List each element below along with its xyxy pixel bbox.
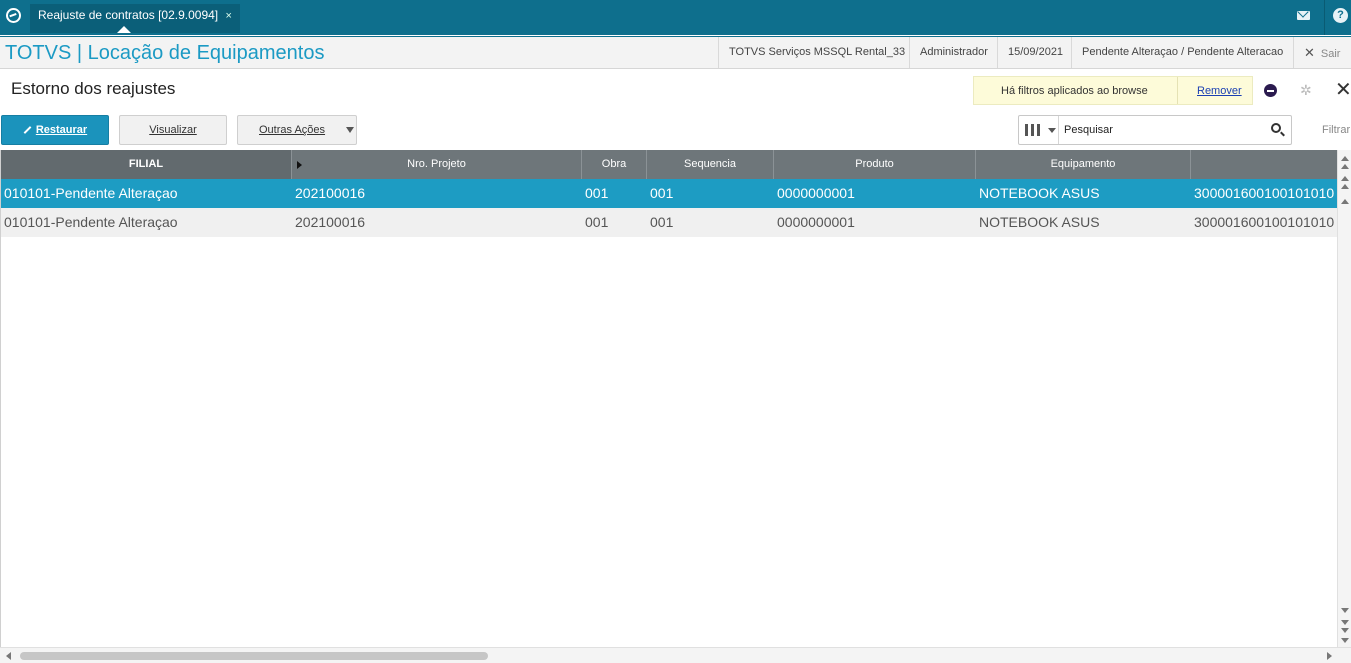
table-row[interactable]: 010101-Pendente Alteraçao 202100016 001 … [1,179,1337,208]
cell-equipamento: NOTEBOOK ASUS [979,185,1100,201]
column-selector-button[interactable] [1019,116,1059,144]
scroll-top-icon[interactable] [1341,164,1349,169]
cell-filial: 010101-Pendente Alteraçao [4,214,178,230]
tab-reajuste-contratos[interactable]: Reajuste de contratos [02.9.0094] × [30,4,240,33]
scroll-page-up-icon[interactable] [1341,184,1349,189]
restore-button-label: Restaurar [35,124,88,136]
search-input[interactable] [1064,121,1254,139]
column-header-filial[interactable]: FILIAL [1,150,292,179]
scroll-page-up-icon[interactable] [1341,176,1349,181]
date-label: 15/09/2021 [997,37,1073,68]
exit-label: Sair [1320,48,1341,60]
column-header-obra[interactable]: Obra [582,150,647,179]
close-page-icon[interactable]: ✕ [1335,80,1351,100]
scroll-bottom-icon[interactable] [1341,638,1349,643]
scroll-right-icon[interactable] [1327,652,1332,660]
filter-button[interactable]: Filtrar [1322,124,1350,136]
mail-icon[interactable] [1297,11,1310,20]
pencil-icon [23,126,32,134]
column-header-label: Nro. Projeto [407,158,466,170]
filter-notice: Há filtros aplicados ao browse Remover [973,76,1253,105]
column-header-produto[interactable]: Produto [774,150,976,179]
branch-label[interactable]: Pendente Alteraçao / Pendente Alteracao [1071,37,1293,68]
scrollbar-thumb[interactable] [20,652,488,660]
tab-label: Reajuste de contratos [02.9.0094] [38,8,219,22]
product-header: TOTVS | Locação de Equipamentos TOTVS Se… [0,36,1351,69]
cell-nro-projeto: 202100016 [295,185,366,201]
vertical-scrollbar[interactable] [1337,150,1351,647]
cell-nro-projeto: 202100016 [295,214,366,230]
chevron-down-icon [346,127,354,133]
table-row[interactable]: 010101-Pendente Alteraçao 202100016 001 … [1,208,1337,237]
scroll-left-icon[interactable] [6,652,11,660]
top-bar: Reajuste de contratos [02.9.0094] × ? [0,0,1351,35]
chevron-down-icon [1048,128,1056,133]
column-header-sequencia[interactable]: Sequencia [647,150,774,179]
cell-extra: 300001600100101010 [1194,185,1335,201]
horizontal-scrollbar[interactable] [0,647,1351,663]
other-actions-label: Outras Ações [259,124,326,136]
cell-obra: 001 [585,214,609,230]
filter-notice-text: Há filtros aplicados ao browse [1001,85,1148,97]
divider [1177,77,1178,104]
environment-label: TOTVS Serviços MSSQL Rental_33 [718,37,915,68]
browse-grid: FILIAL Nro. Projeto Obra Sequencia Produ… [0,150,1337,647]
cell-produto: 0000000001 [777,185,855,201]
totvs-logo-icon[interactable] [6,8,21,23]
sort-indicator-icon [297,161,302,169]
user-label: Administrador [909,37,998,68]
column-header-nro-projeto[interactable]: Nro. Projeto [292,150,582,179]
grid-header: FILIAL Nro. Projeto Obra Sequencia Produ… [1,150,1337,179]
restore-button[interactable]: Restaurar [1,115,109,145]
divider [1324,0,1325,35]
cell-equipamento: NOTEBOOK ASUS [979,214,1100,230]
help-icon[interactable]: ? [1333,8,1348,23]
active-tab-caret-icon [117,26,131,33]
tab-close-icon[interactable]: × [225,10,231,22]
scroll-down-icon[interactable] [1341,608,1349,613]
cell-sequencia: 001 [650,185,674,201]
scroll-top-icon[interactable] [1341,156,1349,161]
page-title: Estorno dos reajustes [11,79,176,98]
close-icon: ✕ [1304,45,1315,60]
scroll-page-down-icon[interactable] [1341,628,1349,633]
minus-circle-icon[interactable] [1264,84,1277,97]
columns-icon [1025,124,1040,136]
product-title: TOTVS | Locação de Equipamentos [5,42,325,64]
column-header-extra[interactable] [1191,150,1337,179]
scroll-up-icon[interactable] [1341,199,1349,204]
cell-extra: 300001600100101010 [1194,214,1335,230]
column-header-equipamento[interactable]: Equipamento [976,150,1191,179]
gear-icon[interactable]: ✲ [1300,83,1314,97]
cell-produto: 0000000001 [777,214,855,230]
scroll-page-down-icon[interactable] [1341,620,1349,625]
remove-filter-link[interactable]: Remover [1197,85,1242,97]
cell-filial: 010101-Pendente Alteraçao [4,185,178,201]
search-box [1018,115,1292,145]
exit-button[interactable]: ✕ Sair [1293,37,1350,68]
search-icon[interactable] [1271,123,1281,133]
view-button[interactable]: Visualizar [119,115,227,145]
other-actions-button[interactable]: Outras Ações [237,115,357,145]
view-button-label: Visualizar [149,124,197,136]
cell-obra: 001 [585,185,609,201]
cell-sequencia: 001 [650,214,674,230]
